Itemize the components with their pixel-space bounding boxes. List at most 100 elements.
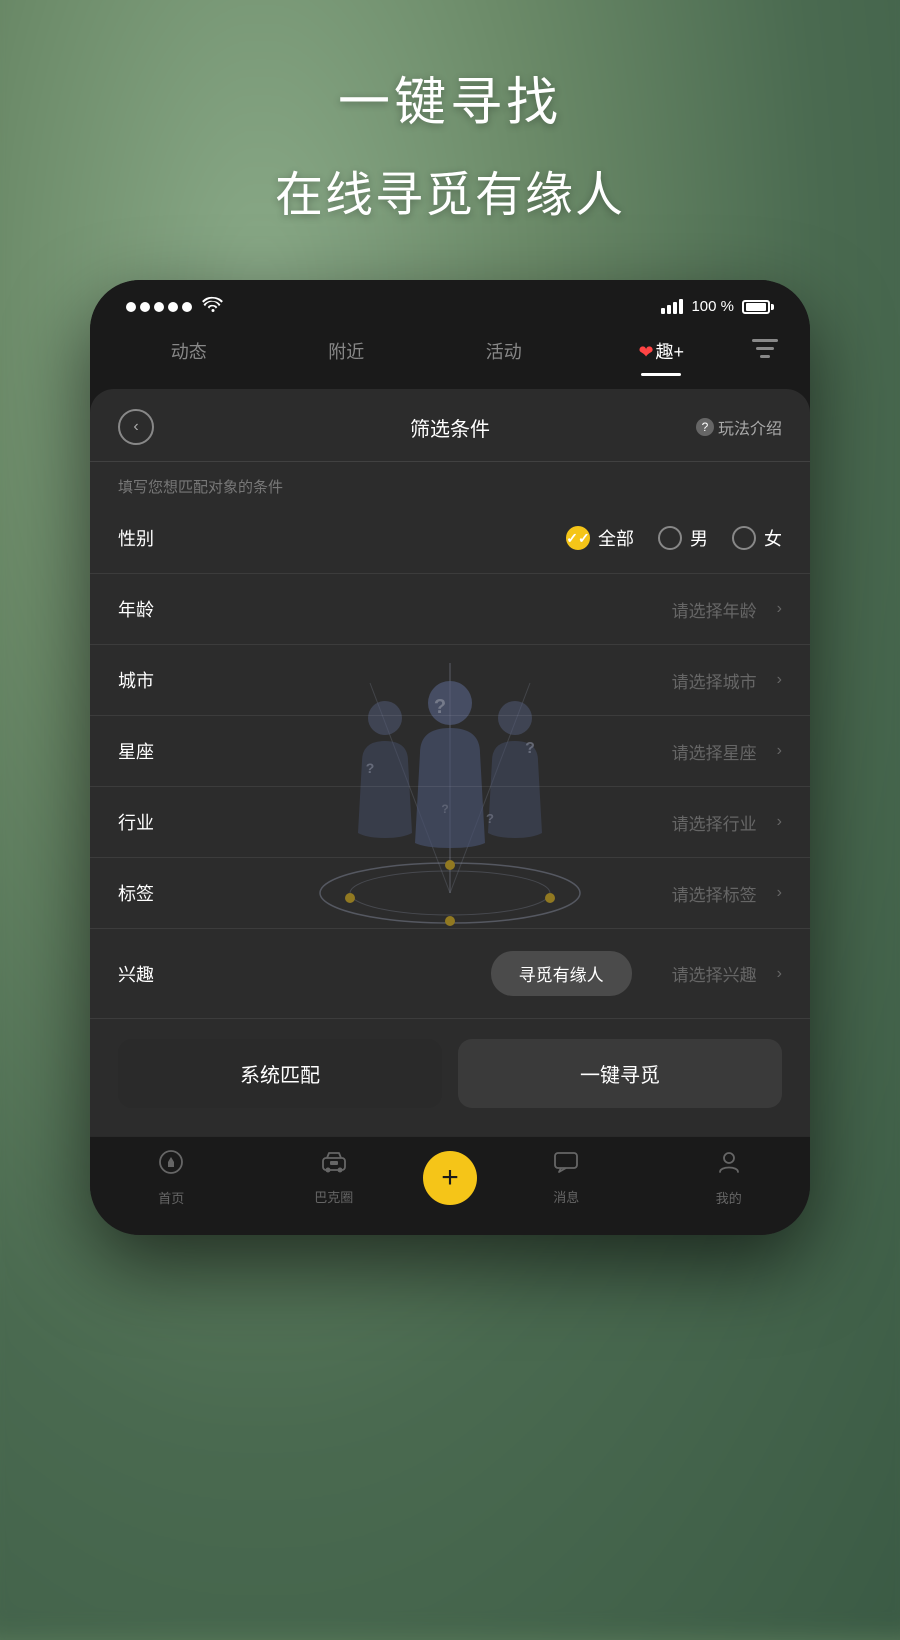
help-icon: ? [702,420,709,434]
modal-panel: ‹ 筛选条件 ? 玩法介绍 填写您想匹配对象的条件 [90,389,810,1235]
tab-dongtai-label: 动态 [171,342,207,362]
tag-placeholder: 请选择标签 [672,881,757,906]
status-right: 100 % [661,298,774,315]
dot-4 [168,302,178,312]
tab-qu[interactable]: ❤趣+ [583,330,741,372]
filter-row-city[interactable]: 城市 请选择城市 › [90,645,810,716]
battery-percent: 100 % [691,298,734,315]
nav-message[interactable]: 消息 [485,1150,648,1206]
interest-chevron: › [777,965,782,983]
city-placeholder: 请选择城市 [672,668,757,693]
filter-row-constellation[interactable]: 星座 请选择星座 › [90,716,810,787]
status-left [126,296,224,317]
nav-home-label: 首页 [158,1188,184,1207]
gender-label: 性别 [118,525,188,551]
battery-icon [742,300,770,314]
nav-mine[interactable]: 我的 [648,1149,811,1207]
check-icon: ✓ [566,530,578,547]
city-label: 城市 [118,667,188,693]
radio-male[interactable] [658,526,682,550]
help-text: 玩法介绍 [718,415,782,439]
filter-row-industry[interactable]: 行业 请选择行业 › [90,787,810,858]
phone-frame: 100 % 动态 附近 活动 ❤趣+ [90,280,810,1235]
tag-chevron: › [777,884,782,902]
gender-female-text: 女 [764,525,782,551]
tab-huodong[interactable]: 活动 [425,330,583,372]
status-bar: 100 % [90,280,810,325]
system-match-label: 系统匹配 [240,1065,320,1087]
nav-add[interactable]: + [415,1151,485,1205]
nav-home[interactable]: 首页 [90,1149,253,1207]
tag-content: 请选择标签 › [188,881,782,906]
heart-icon: ❤ [638,342,653,362]
hero-line1: 一键寻找 [0,60,900,135]
tab-dongtai[interactable]: 动态 [110,330,268,372]
dot-3 [154,302,164,312]
hero-text-container: 一键寻找 在线寻觅有缘人 [0,60,900,225]
industry-label: 行业 [118,809,188,835]
hero-line2: 在线寻觅有缘人 [0,155,900,225]
back-button[interactable]: ‹ [118,409,154,445]
back-chevron: ‹ [133,418,138,436]
industry-content: 请选择行业 › [188,810,782,835]
gender-male-text: 男 [690,525,708,551]
help-link[interactable]: ? 玩法介绍 [696,415,782,439]
nav-bakecircle[interactable]: 巴克圈 [253,1150,416,1206]
person-icon [716,1149,742,1182]
interest-label: 兴趣 [118,961,188,987]
constellation-placeholder: 请选择星座 [672,739,757,764]
nav-mine-label: 我的 [716,1188,742,1207]
filter-row-interest: 兴趣 寻觅有缘人 请选择兴趣 › [90,929,810,1019]
gender-male[interactable]: 男 [658,525,708,551]
interest-btn[interactable]: 寻觅有缘人 [491,951,632,996]
modal-header: ‹ 筛选条件 ? 玩法介绍 [90,389,810,462]
radio-female[interactable] [732,526,756,550]
dot-1 [126,302,136,312]
home-icon [158,1149,184,1182]
filter-row-age[interactable]: 年龄 请选择年龄 › [90,574,810,645]
tab-huodong-label: 活动 [486,342,522,362]
gender-options-group: ✓ 全部 男 女 [566,525,782,551]
nav-bakecircle-label: 巴克圈 [314,1187,353,1206]
modal-title: 筛选条件 [410,413,490,442]
one-key-search-label: 一键寻觅 [580,1065,660,1087]
modal-subtitle: 填写您想匹配对象的条件 [90,462,810,503]
filter-rows-container: ? ? ? ? ? 性别 ✓ 全部 [90,503,810,1019]
tag-label: 标签 [118,880,188,906]
bar-2 [667,305,671,314]
filter-row-gender: 性别 ✓ 全部 男 [90,503,810,574]
bar-1 [661,308,665,314]
filter-icon[interactable] [740,329,790,373]
battery-tip [771,304,774,310]
system-match-button[interactable]: 系统匹配 [118,1039,442,1108]
nav-tabs: 动态 附近 活动 ❤趣+ [90,325,810,389]
tab-fujin-label: 附近 [328,342,364,362]
age-content: 请选择年龄 › [188,597,782,622]
car-icon [320,1150,348,1181]
battery-fill [746,303,766,311]
interest-btn-text: 寻觅有缘人 [519,966,604,985]
dot-5 [182,302,192,312]
nav-message-label: 消息 [553,1187,579,1206]
dot-2 [140,302,150,312]
city-chevron: › [777,671,782,689]
plus-icon: + [441,1163,459,1193]
bar-4 [679,299,683,314]
bar-3 [673,302,677,314]
radio-all[interactable]: ✓ [566,526,590,550]
signal-dots [126,302,192,312]
gender-all[interactable]: ✓ 全部 [566,525,634,551]
tab-fujin[interactable]: 附近 [268,330,426,372]
bottom-buttons: 系统匹配 一键寻觅 [90,1019,810,1136]
gender-options: ✓ 全部 男 女 [188,525,782,551]
one-key-search-button[interactable]: 一键寻觅 [458,1039,782,1108]
add-button[interactable]: + [423,1151,477,1205]
gender-female[interactable]: 女 [732,525,782,551]
wifi-icon [202,296,224,317]
age-chevron: › [777,600,782,618]
filter-row-tag[interactable]: 标签 请选择标签 › [90,858,810,929]
industry-chevron: › [777,813,782,831]
message-icon [553,1150,579,1181]
gender-all-text: 全部 [598,525,634,551]
industry-placeholder: 请选择行业 [672,810,757,835]
